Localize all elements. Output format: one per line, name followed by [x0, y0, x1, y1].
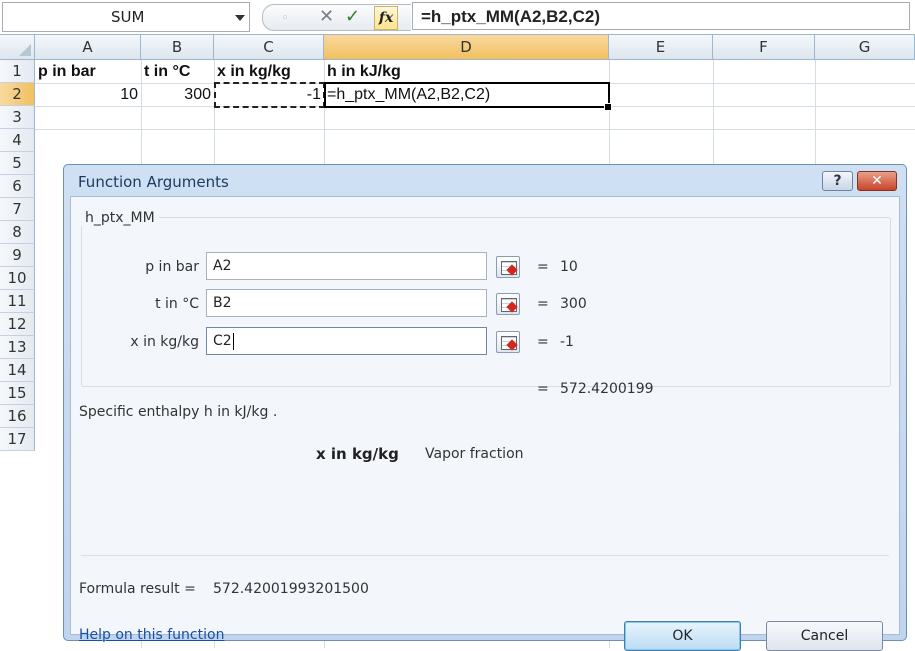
text-caret [232, 332, 234, 350]
close-icon[interactable]: ✕ [857, 171, 897, 191]
row-header[interactable]: 14 [0, 359, 35, 382]
row-header[interactable]: 12 [0, 313, 35, 336]
arg-result-p: 10 [560, 259, 578, 275]
cell-b1[interactable]: t in °C [141, 60, 214, 83]
arg-input-t[interactable]: B2 [206, 289, 487, 317]
formula-result-value: 572.42001993201500 [213, 581, 369, 597]
column-header-a[interactable]: A [35, 35, 141, 60]
arg-input-x[interactable]: C2 [206, 327, 487, 355]
equals-sign: = [537, 381, 549, 397]
formula-result-label: Formula result = [79, 581, 196, 597]
divider [81, 555, 889, 556]
arg-input-x-value: C2 [213, 333, 232, 349]
name-box-value: SUM [111, 8, 145, 26]
column-header-f[interactable]: F [713, 35, 815, 60]
active-cell-border [324, 82, 610, 108]
select-all-corner[interactable] [0, 35, 35, 60]
grid-line [35, 129, 915, 130]
column-header-g[interactable]: G [815, 35, 915, 60]
row-header[interactable]: 1 [0, 60, 35, 83]
help-on-function-link[interactable]: Help on this function [79, 627, 224, 643]
function-result-value: 572.4200199 [560, 381, 654, 397]
column-header-d[interactable]: D [324, 35, 609, 60]
function-name: h_ptx_MM [81, 210, 159, 226]
dialog-body: h_ptx_MM p in bar A2 = 10 t in °C B2 = 3… [70, 196, 900, 651]
function-arguments-dialog: Function Arguments ? ✕ h_ptx_MM p in bar… [63, 164, 907, 651]
cell-a1[interactable]: p in bar [35, 60, 141, 83]
help-icon[interactable]: ? [822, 171, 853, 191]
equals-sign: = [537, 334, 549, 350]
collapse-dialog-icon[interactable] [496, 256, 520, 278]
column-header-c[interactable]: C [214, 35, 324, 60]
arg-result-x: -1 [560, 334, 574, 350]
row-header[interactable]: 3 [0, 106, 35, 129]
arg-result-t: 300 [560, 296, 587, 312]
divider-dot-icon: ◦ [281, 11, 289, 26]
ok-button[interactable]: OK [624, 621, 741, 651]
row-header[interactable]: 16 [0, 405, 35, 428]
dialog-title: Function Arguments [78, 173, 229, 191]
arg-label-t: t in °C [155, 296, 199, 312]
formula-bar: SUM ◦ ✕ ✓ fx =h_ptx_MM(A2,B2,C2) [0, 0, 915, 35]
equals-sign: = [537, 259, 549, 275]
row-header[interactable]: 10 [0, 267, 35, 290]
row-header[interactable]: 17 [0, 428, 35, 451]
fill-handle[interactable] [604, 103, 612, 111]
row-header[interactable]: 8 [0, 221, 35, 244]
row-header[interactable]: 9 [0, 244, 35, 267]
arg-help-name: x in kg/kg [316, 445, 399, 463]
formula-input[interactable]: =h_ptx_MM(A2,B2,C2) [412, 2, 910, 30]
arg-label-p: p in bar [145, 259, 199, 275]
column-header-b[interactable]: B [141, 35, 214, 60]
arg-help-text: Vapor fraction [425, 446, 524, 462]
collapse-dialog-icon[interactable] [496, 331, 520, 353]
enter-formula-icon[interactable]: ✓ [345, 7, 360, 27]
row-header[interactable]: 11 [0, 290, 35, 313]
insert-function-icon[interactable]: fx [374, 6, 398, 30]
row-header[interactable]: 4 [0, 129, 35, 152]
row-header[interactable]: 2 [0, 83, 35, 106]
row-header[interactable]: 6 [0, 175, 35, 198]
column-header-e[interactable]: E [609, 35, 713, 60]
formula-buttons: ◦ ✕ ✓ fx [262, 4, 411, 31]
arg-input-p[interactable]: A2 [206, 252, 487, 280]
equals-sign: = [537, 296, 549, 312]
row-header[interactable]: 15 [0, 382, 35, 405]
collapse-dialog-icon[interactable] [496, 293, 520, 315]
copy-range-marquee [214, 82, 325, 108]
name-box[interactable]: SUM [2, 2, 250, 32]
cell-d1[interactable]: h in kJ/kg [324, 60, 609, 83]
cell-a2[interactable]: 10 [35, 83, 141, 106]
cell-c1[interactable]: x in kg/kg [214, 60, 324, 83]
row-header[interactable]: 5 [0, 152, 35, 175]
cell-b2[interactable]: 300 [141, 83, 214, 106]
cancel-formula-icon[interactable]: ✕ [319, 7, 334, 27]
cancel-button[interactable]: Cancel [766, 621, 883, 651]
row-header[interactable]: 7 [0, 198, 35, 221]
dropdown-arrow-icon[interactable] [235, 15, 245, 21]
arg-label-x: x in kg/kg [130, 334, 199, 350]
row-header[interactable]: 13 [0, 336, 35, 359]
function-description: Specific enthalpy h in kJ/kg . [79, 404, 278, 420]
